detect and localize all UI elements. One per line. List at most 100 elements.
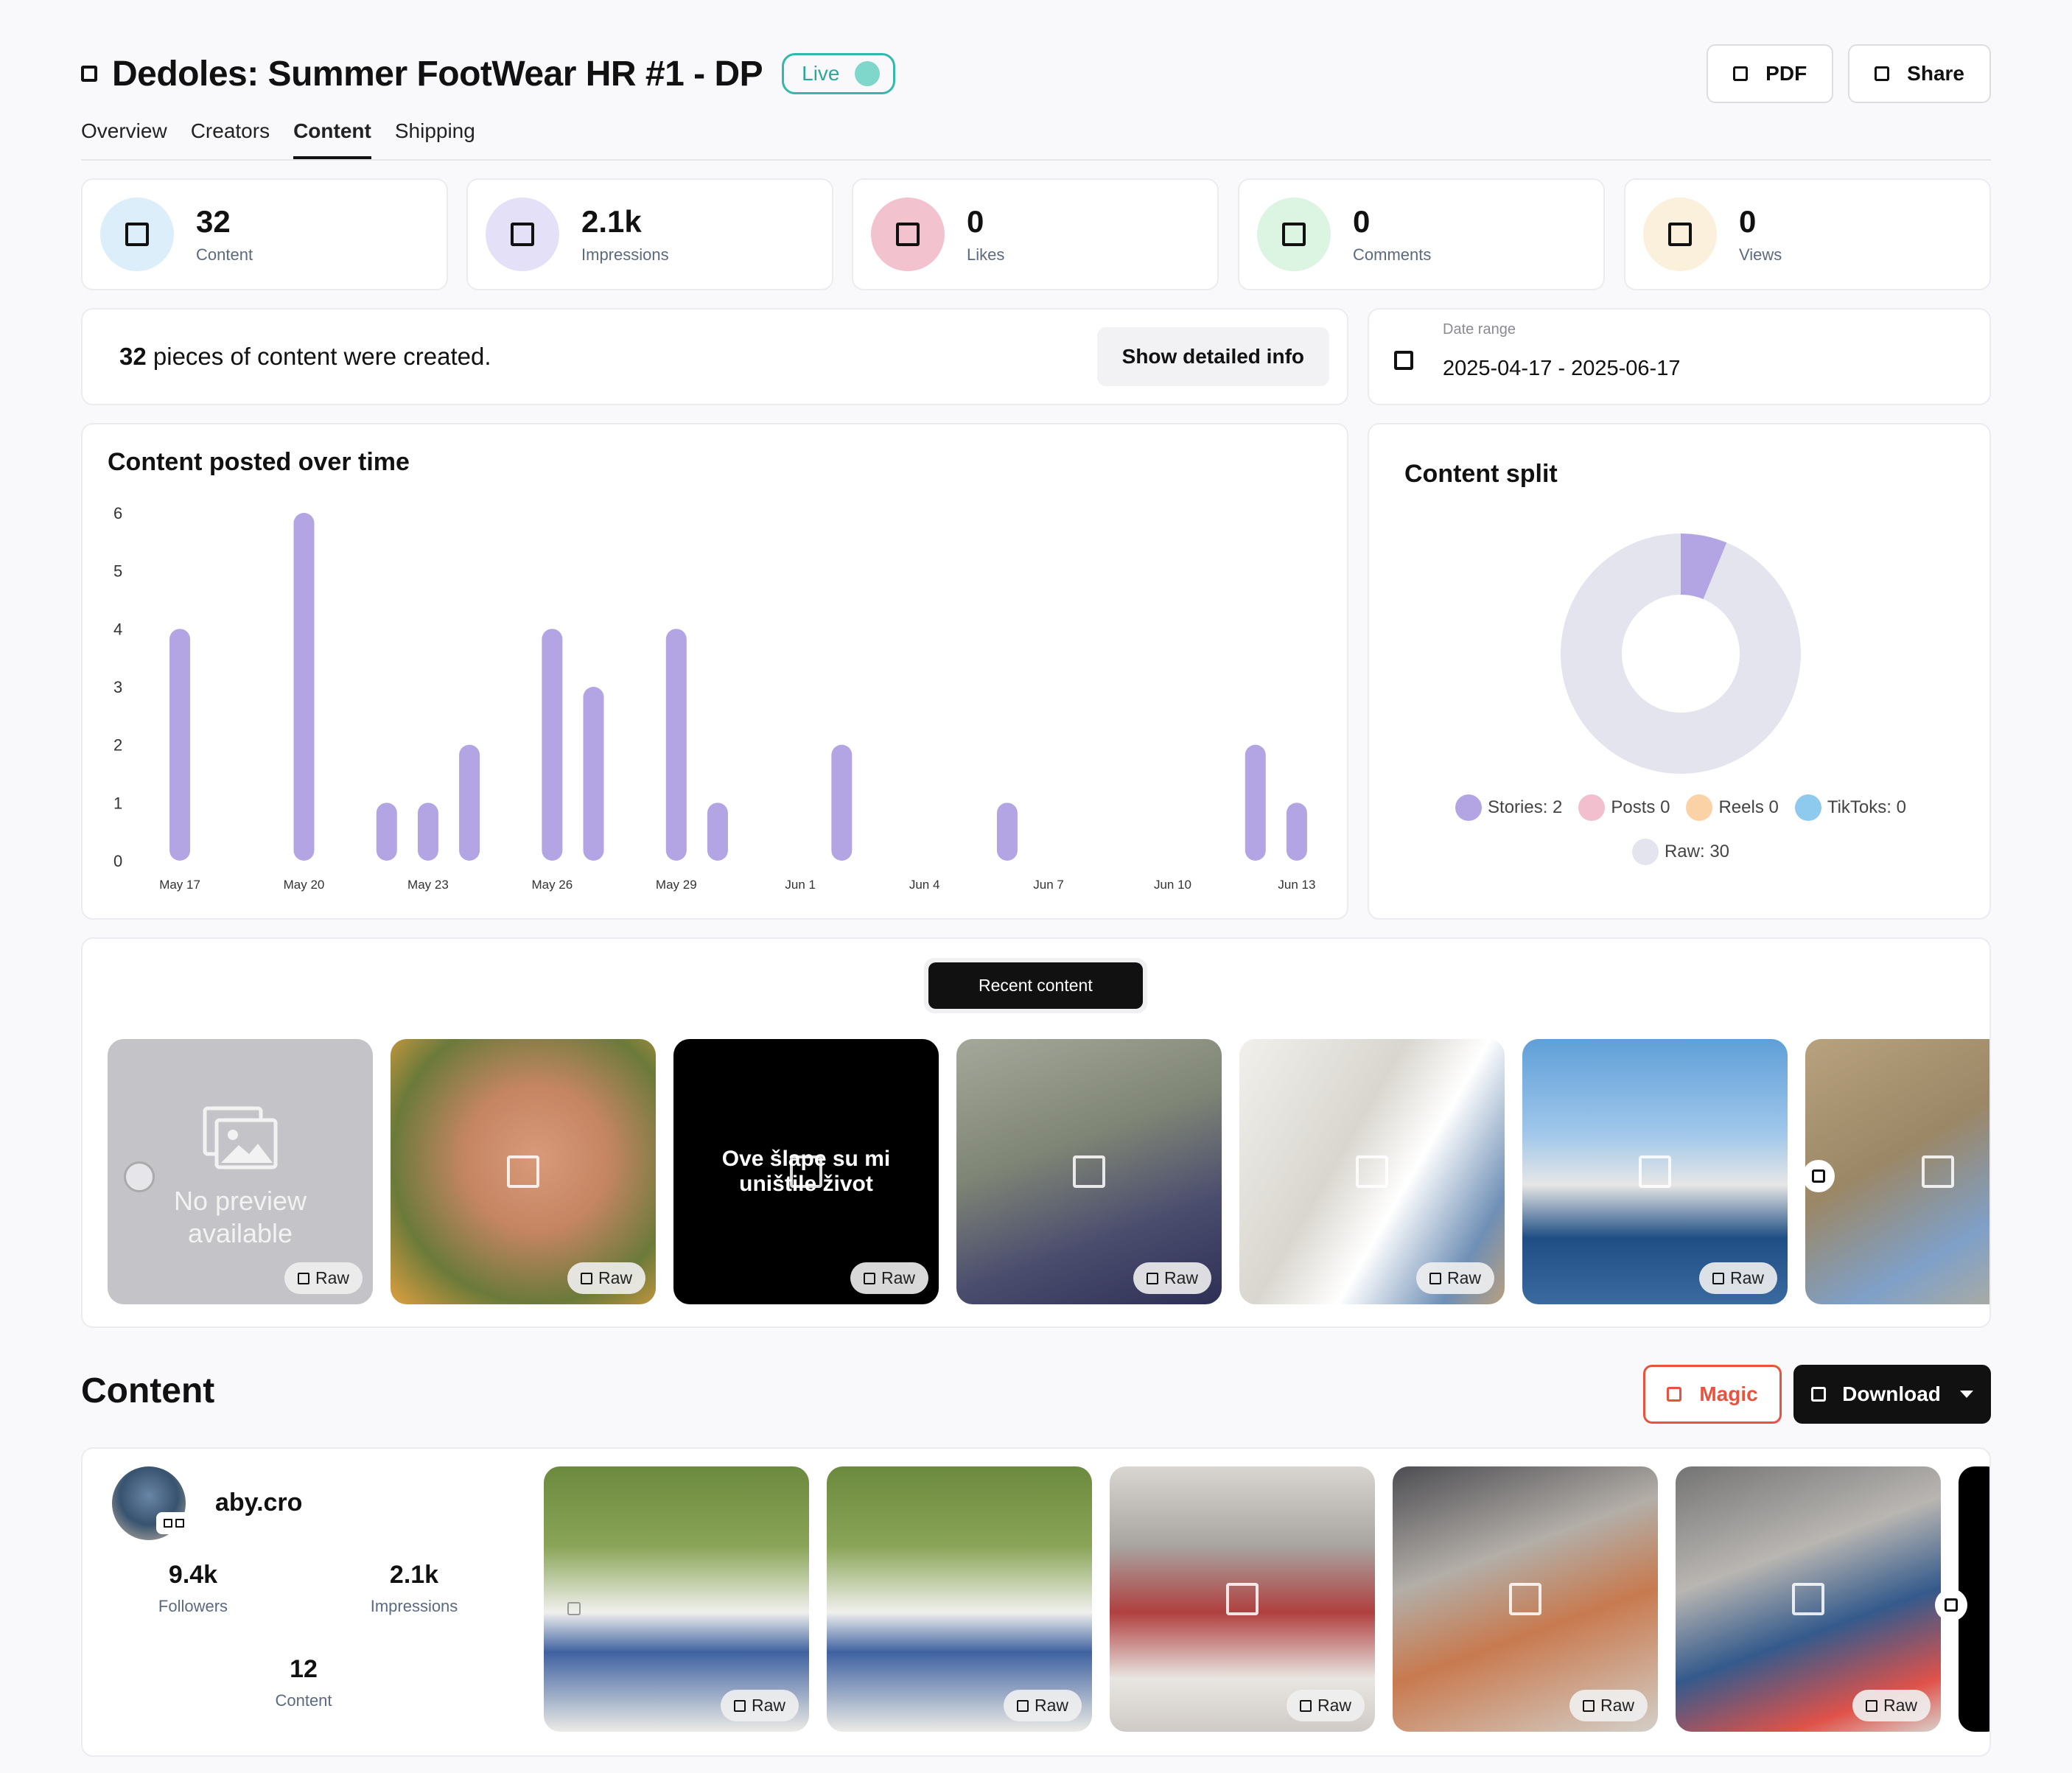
share-button[interactable]: Share xyxy=(1848,44,1991,103)
y-tick-label: 1 xyxy=(113,794,122,812)
creator-thumb[interactable]: Raw xyxy=(1110,1466,1375,1732)
bar[interactable] xyxy=(169,629,191,861)
status-label: Live xyxy=(802,62,840,85)
magic-button[interactable]: Magic xyxy=(1643,1365,1782,1424)
creator-thumb[interactable]: Raw xyxy=(544,1466,809,1732)
tab-shipping[interactable]: Shipping xyxy=(395,118,475,159)
play-icon xyxy=(1073,1155,1105,1188)
raw-badge: Raw xyxy=(1569,1690,1648,1721)
scroll-right-button[interactable] xyxy=(1935,1589,1967,1621)
stat-value: 0 xyxy=(1739,204,1757,239)
stat-value: 0 xyxy=(967,204,984,239)
x-tick-label: Jun 13 xyxy=(1278,878,1315,892)
no-preview-line1: No preview xyxy=(173,1186,307,1216)
pdf-icon xyxy=(1733,66,1749,81)
likes-icon xyxy=(896,223,920,246)
page-header: Dedoles: Summer FootWear HR #1 - DP Live… xyxy=(81,44,1991,103)
bar[interactable] xyxy=(1286,802,1307,861)
bar[interactable] xyxy=(376,802,397,861)
scroll-right-button[interactable] xyxy=(1802,1160,1835,1192)
no-preview-text: No preview available xyxy=(108,1185,373,1250)
recent-content-toggle: Recent content xyxy=(924,958,1147,1013)
raw-badge: Raw xyxy=(284,1262,363,1294)
raw-icon xyxy=(733,1699,746,1712)
x-tick-label: May 20 xyxy=(284,878,325,892)
legend-item[interactable]: TikToks: 0 xyxy=(1794,794,1906,821)
raw-icon xyxy=(1582,1699,1595,1712)
magic-label: Magic xyxy=(1699,1382,1758,1405)
live-toggle[interactable] xyxy=(854,61,880,86)
raw-icon xyxy=(1146,1272,1158,1284)
raw-label: Raw xyxy=(1729,1268,1764,1287)
bar[interactable] xyxy=(707,802,728,861)
recent-thumb[interactable]: Raw xyxy=(956,1039,1222,1304)
creator-thumb[interactable]: Raw xyxy=(1393,1466,1658,1732)
recent-thumb[interactable]: Raw xyxy=(1239,1039,1505,1304)
legend-label: Posts 0 xyxy=(1611,797,1670,817)
date-range-picker[interactable]: Date range 2025-04-17 - 2025-06-17 xyxy=(1368,308,1991,405)
raw-badge: Raw xyxy=(720,1690,799,1721)
stat-value: 32 xyxy=(196,204,231,239)
split-legend: Stories: 2 Posts 0 Reels 0 TikToks: 0 Raw: 3… xyxy=(1369,794,1992,865)
bar[interactable] xyxy=(665,629,687,861)
show-detailed-info-button[interactable]: Show detailed info xyxy=(1096,327,1329,386)
impressions-icon xyxy=(511,223,534,246)
legend-label: Stories: 2 xyxy=(1488,797,1563,817)
x-tick-label: May 29 xyxy=(656,878,697,892)
legend-item[interactable]: Stories: 2 xyxy=(1455,794,1562,821)
tab-bar: Overview Creators Content Shipping xyxy=(81,118,1991,161)
share-label: Share xyxy=(1907,62,1964,85)
y-tick-label: 0 xyxy=(113,852,122,870)
creator-impressions: 2.1k Impressions xyxy=(340,1561,488,1616)
content-label: Content xyxy=(275,1691,332,1710)
download-icon xyxy=(1811,1387,1827,1402)
raw-badge: Raw xyxy=(1415,1262,1494,1294)
stat-card-views: 0 Views xyxy=(1624,178,1991,290)
bar[interactable] xyxy=(417,802,438,861)
bar[interactable] xyxy=(459,744,480,861)
chevron-down-icon xyxy=(1959,1391,1973,1398)
x-tick-label: Jun 1 xyxy=(785,878,816,892)
stat-icon-circle xyxy=(486,197,559,271)
stat-icon-circle xyxy=(1643,197,1717,271)
download-button[interactable]: Download xyxy=(1793,1365,1991,1424)
bar[interactable] xyxy=(1245,744,1266,861)
share-icon xyxy=(1875,66,1890,81)
pdf-button[interactable]: PDF xyxy=(1707,44,1834,103)
stat-value: 0 xyxy=(1353,204,1371,239)
legend-item[interactable]: Raw: 30 xyxy=(1631,839,1729,865)
bar[interactable] xyxy=(293,513,315,861)
tab-creators[interactable]: Creators xyxy=(191,118,270,159)
creator-thumb[interactable]: Raw xyxy=(827,1466,1092,1732)
legend-item[interactable]: Posts 0 xyxy=(1578,794,1670,821)
bar[interactable] xyxy=(583,687,604,861)
bar[interactable] xyxy=(542,629,563,861)
recent-thumb-no-preview[interactable]: No preview available Raw xyxy=(108,1039,373,1304)
raw-icon xyxy=(297,1272,309,1284)
raw-label: Raw xyxy=(1600,1696,1634,1715)
tab-overview[interactable]: Overview xyxy=(81,118,167,159)
play-icon xyxy=(790,1155,822,1188)
select-checkbox[interactable] xyxy=(124,1161,155,1192)
play-icon xyxy=(507,1155,539,1188)
bar[interactable] xyxy=(831,744,853,861)
recent-thumb[interactable]: Raw xyxy=(391,1039,656,1304)
summary-count: 32 xyxy=(119,343,147,370)
content-icon xyxy=(125,223,149,246)
recent-content-tab[interactable]: Recent content xyxy=(928,962,1143,1009)
recent-thumb[interactable]: Ove šlape su mi uništile život Raw xyxy=(673,1039,939,1304)
creator-name[interactable]: aby.cro xyxy=(215,1489,302,1517)
chevron-right-icon xyxy=(1812,1169,1825,1183)
select-checkbox[interactable] xyxy=(567,1602,581,1615)
bar[interactable] xyxy=(996,802,1018,861)
legend-item[interactable]: Reels 0 xyxy=(1686,794,1779,821)
recent-thumbnails: No preview available Raw Raw Ove šlape su… xyxy=(108,1039,1989,1304)
raw-label: Raw xyxy=(1317,1696,1351,1715)
content-heading: Content xyxy=(81,1371,215,1410)
donut-slice[interactable] xyxy=(1561,534,1801,774)
recent-thumb[interactable]: Raw xyxy=(1522,1039,1788,1304)
stat-card-likes: 0 Likes xyxy=(852,178,1219,290)
x-tick-label: May 26 xyxy=(531,878,573,892)
creator-thumb[interactable]: Raw xyxy=(1676,1466,1941,1732)
tab-content[interactable]: Content xyxy=(293,118,371,159)
